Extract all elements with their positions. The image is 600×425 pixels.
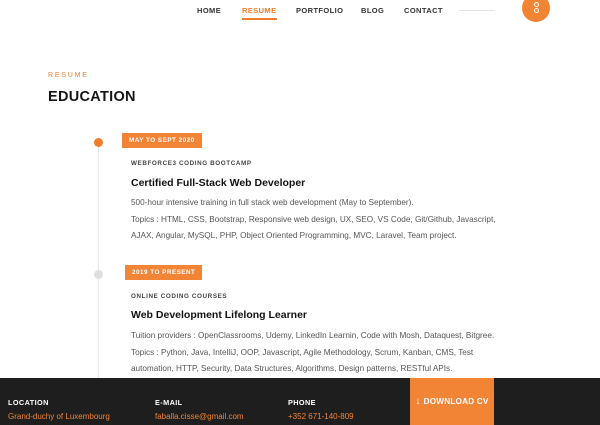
download-cv-label: DOWNLOAD CV — [423, 397, 489, 406]
entry-organization: ONLINE CODING COURSES — [131, 293, 228, 300]
timeline-dot — [94, 270, 103, 279]
nav-resume[interactable]: RESUME — [242, 6, 277, 20]
timeline-line — [98, 140, 99, 380]
entry-title: Web Development Lifelong Learner — [131, 309, 308, 321]
nav-contact[interactable]: CONTACT — [404, 6, 443, 15]
nav-home[interactable]: HOME — [197, 6, 221, 15]
entry-description-line: Topics : HTML, CSS, Bootstrap, Responsiv… — [131, 214, 496, 224]
footer-location-label: LOCATION — [8, 398, 49, 407]
footer-location-value: Grand-duchy of Luxembourg — [8, 412, 110, 421]
footer-phone: PHONE +352 671-140-809 — [288, 398, 354, 421]
footer-location: LOCATION Grand-duchy of Luxembourg — [8, 398, 110, 421]
entry-description-line: 500-hour intensive training in full stac… — [131, 198, 414, 207]
period-badge: 2019 TO PRESENT — [125, 265, 203, 280]
footer-phone-label: PHONE — [288, 398, 316, 407]
menu-toggle-button[interactable] — [522, 0, 550, 22]
entry-title: Certified Full-Stack Web Developer — [131, 177, 306, 189]
entry-description-line: Tuition providers : OpenClassrooms, Udem… — [131, 331, 495, 340]
download-arrow-icon: ↓ — [415, 395, 421, 407]
footer-email-label: E-MAIL — [155, 398, 183, 407]
nav-divider — [459, 10, 495, 11]
entry-description-line: automation, HTTP, Security, Data Structu… — [131, 364, 453, 373]
timeline-dot-active — [94, 138, 103, 147]
footer-email-link[interactable]: faballa.cisse@gmail.com — [155, 412, 244, 421]
menu-toggle-icon — [533, 2, 539, 7]
nav-portfolio[interactable]: PORTFOLIO — [296, 6, 343, 15]
entry-description-line: Topics : Python, Java, IntelliJ, OOP, Ja… — [131, 347, 474, 357]
entry-description: Tuition providers : OpenClassrooms, Udem… — [131, 328, 531, 378]
period-badge: MAY TO SEPT 2020 — [122, 133, 202, 148]
contact-footer: LOCATION Grand-duchy of Luxembourg E-MAI… — [0, 378, 600, 425]
section-title: EDUCATION — [48, 89, 136, 105]
footer-email: E-MAIL faballa.cisse@gmail.com — [155, 398, 244, 421]
entry-organization: WEBFORCE3 CODING BOOTCAMP — [131, 160, 252, 167]
menu-toggle-icon — [533, 8, 539, 13]
section-kicker: RESUME — [48, 72, 89, 79]
entry-description-line: AJAX, Angular, MySQL, PHP, Object Orient… — [131, 231, 457, 240]
entry-description: 500-hour intensive training in full stac… — [131, 195, 531, 245]
footer-phone-link[interactable]: +352 671-140-809 — [288, 412, 354, 421]
nav-blog[interactable]: BLOG — [361, 6, 384, 15]
download-cv-button[interactable]: ↓ DOWNLOAD CV — [410, 378, 494, 425]
top-navigation: HOME RESUME PORTFOLIO BLOG CONTACT — [0, 0, 600, 28]
